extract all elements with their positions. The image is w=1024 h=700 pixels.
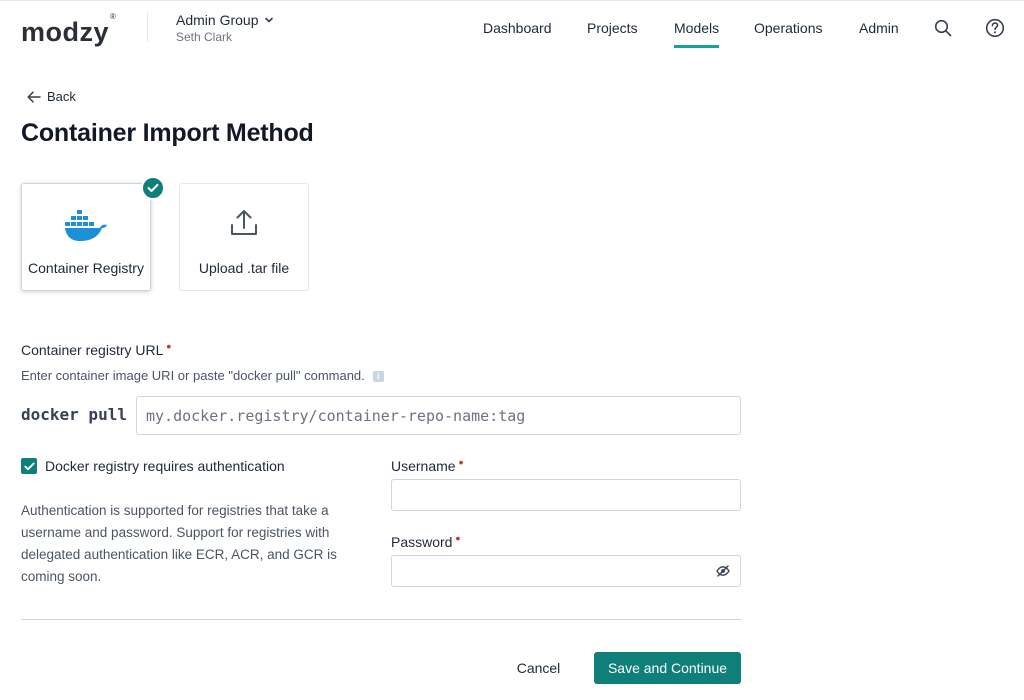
method-card-container-registry[interactable]: Container Registry — [21, 183, 151, 291]
header-divider — [147, 12, 148, 42]
search-button[interactable] — [932, 17, 954, 39]
info-icon[interactable]: i — [372, 370, 384, 382]
org-name: Admin Group — [176, 12, 259, 28]
nav-admin[interactable]: Admin — [859, 20, 899, 36]
registry-url-label-text: Container registry URL — [21, 342, 164, 358]
nav-dashboard[interactable]: Dashboard — [483, 20, 552, 36]
auth-checkbox-row[interactable]: Docker registry requires authentication — [21, 458, 285, 474]
cancel-button[interactable]: Cancel — [501, 656, 576, 680]
username-label: Username • — [391, 454, 464, 474]
search-icon — [934, 19, 952, 37]
auth-checkbox-label: Docker registry requires authentication — [45, 458, 285, 474]
required-indicator: • — [458, 454, 464, 470]
username-label-text: Username — [391, 458, 456, 474]
chevron-down-icon — [265, 17, 274, 23]
logo-text: modzy — [21, 17, 110, 47]
nav-operations[interactable]: Operations — [754, 20, 822, 36]
username-input[interactable] — [392, 480, 740, 510]
username-field[interactable] — [391, 479, 741, 511]
logo-registered-mark: ® — [110, 12, 117, 21]
org-switcher[interactable]: Admin Group Seth Clark — [176, 12, 274, 44]
top-navigation-bar: modzy® Admin Group Seth Clark Dashboard … — [0, 0, 1024, 56]
nav-models[interactable]: Models — [674, 20, 720, 48]
password-label: Password • — [391, 530, 460, 550]
eye-off-icon[interactable] — [716, 564, 730, 578]
auth-note: Authentication is supported for registri… — [21, 503, 337, 584]
arrow-left-icon — [27, 90, 41, 103]
docker-icon — [65, 210, 107, 241]
save-and-continue-button[interactable]: Save and Continue — [594, 652, 741, 684]
org-user-name: Seth Clark — [176, 30, 233, 44]
upload-icon — [231, 210, 257, 235]
footer-divider — [21, 619, 741, 620]
auth-checkbox[interactable] — [21, 458, 37, 474]
registry-url-help-text: Enter container image URI or paste "dock… — [21, 368, 365, 383]
method-label: Upload .tar file — [198, 260, 290, 276]
method-label: Container Registry — [28, 260, 144, 276]
registry-url-field[interactable] — [136, 396, 741, 435]
password-field[interactable] — [391, 555, 741, 587]
password-input[interactable] — [392, 556, 740, 586]
back-link[interactable]: Back — [27, 89, 76, 104]
back-label: Back — [47, 89, 76, 104]
check-icon — [23, 462, 35, 470]
check-icon — [147, 183, 159, 192]
password-label-text: Password — [391, 534, 453, 550]
help-button[interactable] — [984, 17, 1006, 39]
modzy-logo[interactable]: modzy® — [21, 12, 117, 47]
required-indicator: • — [166, 338, 172, 354]
method-card-upload-tar[interactable]: Upload .tar file — [179, 183, 309, 291]
registry-url-input[interactable] — [137, 397, 740, 434]
selected-check-badge — [141, 176, 165, 200]
page-title: Container Import Method — [21, 119, 314, 147]
registry-url-label: Container registry URL • — [21, 338, 171, 358]
required-indicator: • — [455, 530, 461, 546]
registry-url-help: Enter container image URI or paste "dock… — [21, 368, 384, 384]
nav-projects[interactable]: Projects — [587, 20, 638, 36]
docker-pull-prefix: docker pull — [21, 405, 127, 424]
help-icon — [985, 18, 1005, 38]
